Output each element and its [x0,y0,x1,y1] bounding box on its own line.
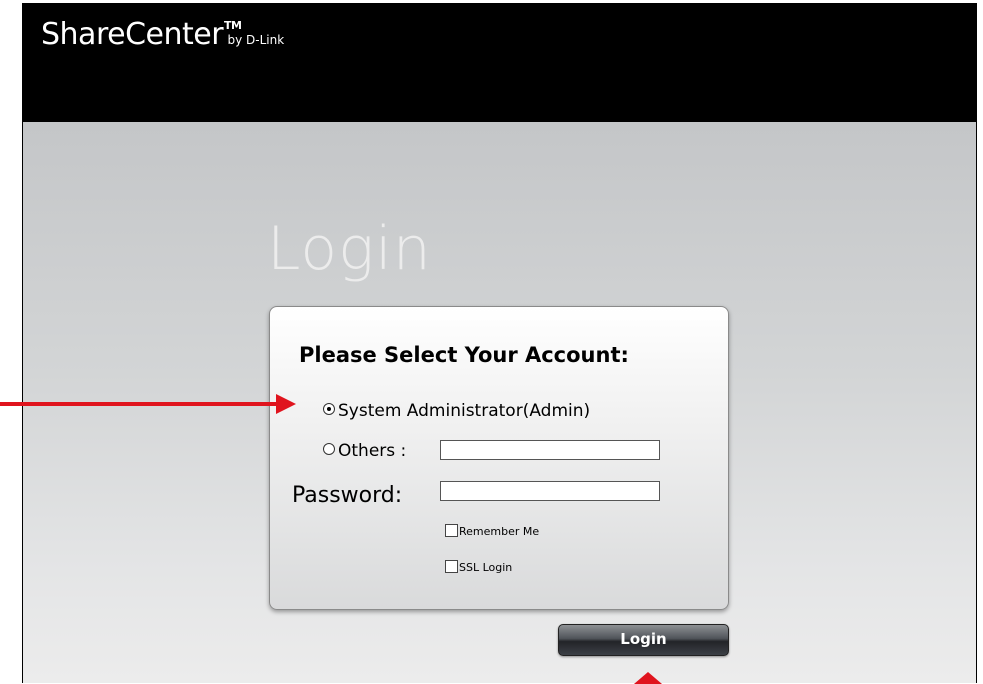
login-panel: Please Select Your Account: System Admin… [269,306,729,610]
admin-radio[interactable] [323,403,335,415]
remember-me-option[interactable]: Remember Me [445,523,540,539]
annotation-arrow-right-icon [276,394,296,414]
others-radio-label: Others : [338,441,407,461]
admin-radio-label: System Administrator(Admin) [338,401,591,421]
ssl-login-label: SSL Login [459,561,513,574]
brand-name: ShareCenter [41,17,224,52]
brand-byline: by D-Link [227,33,285,47]
remember-me-checkbox[interactable] [445,523,458,537]
sharecenter-logo: ShareCenterTMby D-Link [41,17,298,52]
login-button[interactable]: Login [558,624,729,656]
password-input[interactable] [440,481,660,501]
others-account-option[interactable]: Others : [323,441,406,461]
trademark: TM [224,19,242,32]
admin-account-option[interactable]: System Administrator(Admin) [323,401,590,421]
page-title: Login [267,214,432,284]
header-bar: ShareCenterTMby D-Link [23,4,976,122]
others-username-input[interactable] [440,440,660,460]
remember-me-label: Remember Me [459,525,540,538]
ssl-login-checkbox[interactable] [445,559,458,573]
password-label: Password: [292,483,403,508]
ssl-login-option[interactable]: SSL Login [445,559,513,575]
app-window: ShareCenterTMby D-Link Login Please Sele… [22,3,977,683]
annotation-arrow-up-icon [634,672,662,684]
annotation-arrow-shaft [0,402,276,406]
account-select-title: Please Select Your Account: [299,343,629,367]
others-radio[interactable] [323,443,335,455]
